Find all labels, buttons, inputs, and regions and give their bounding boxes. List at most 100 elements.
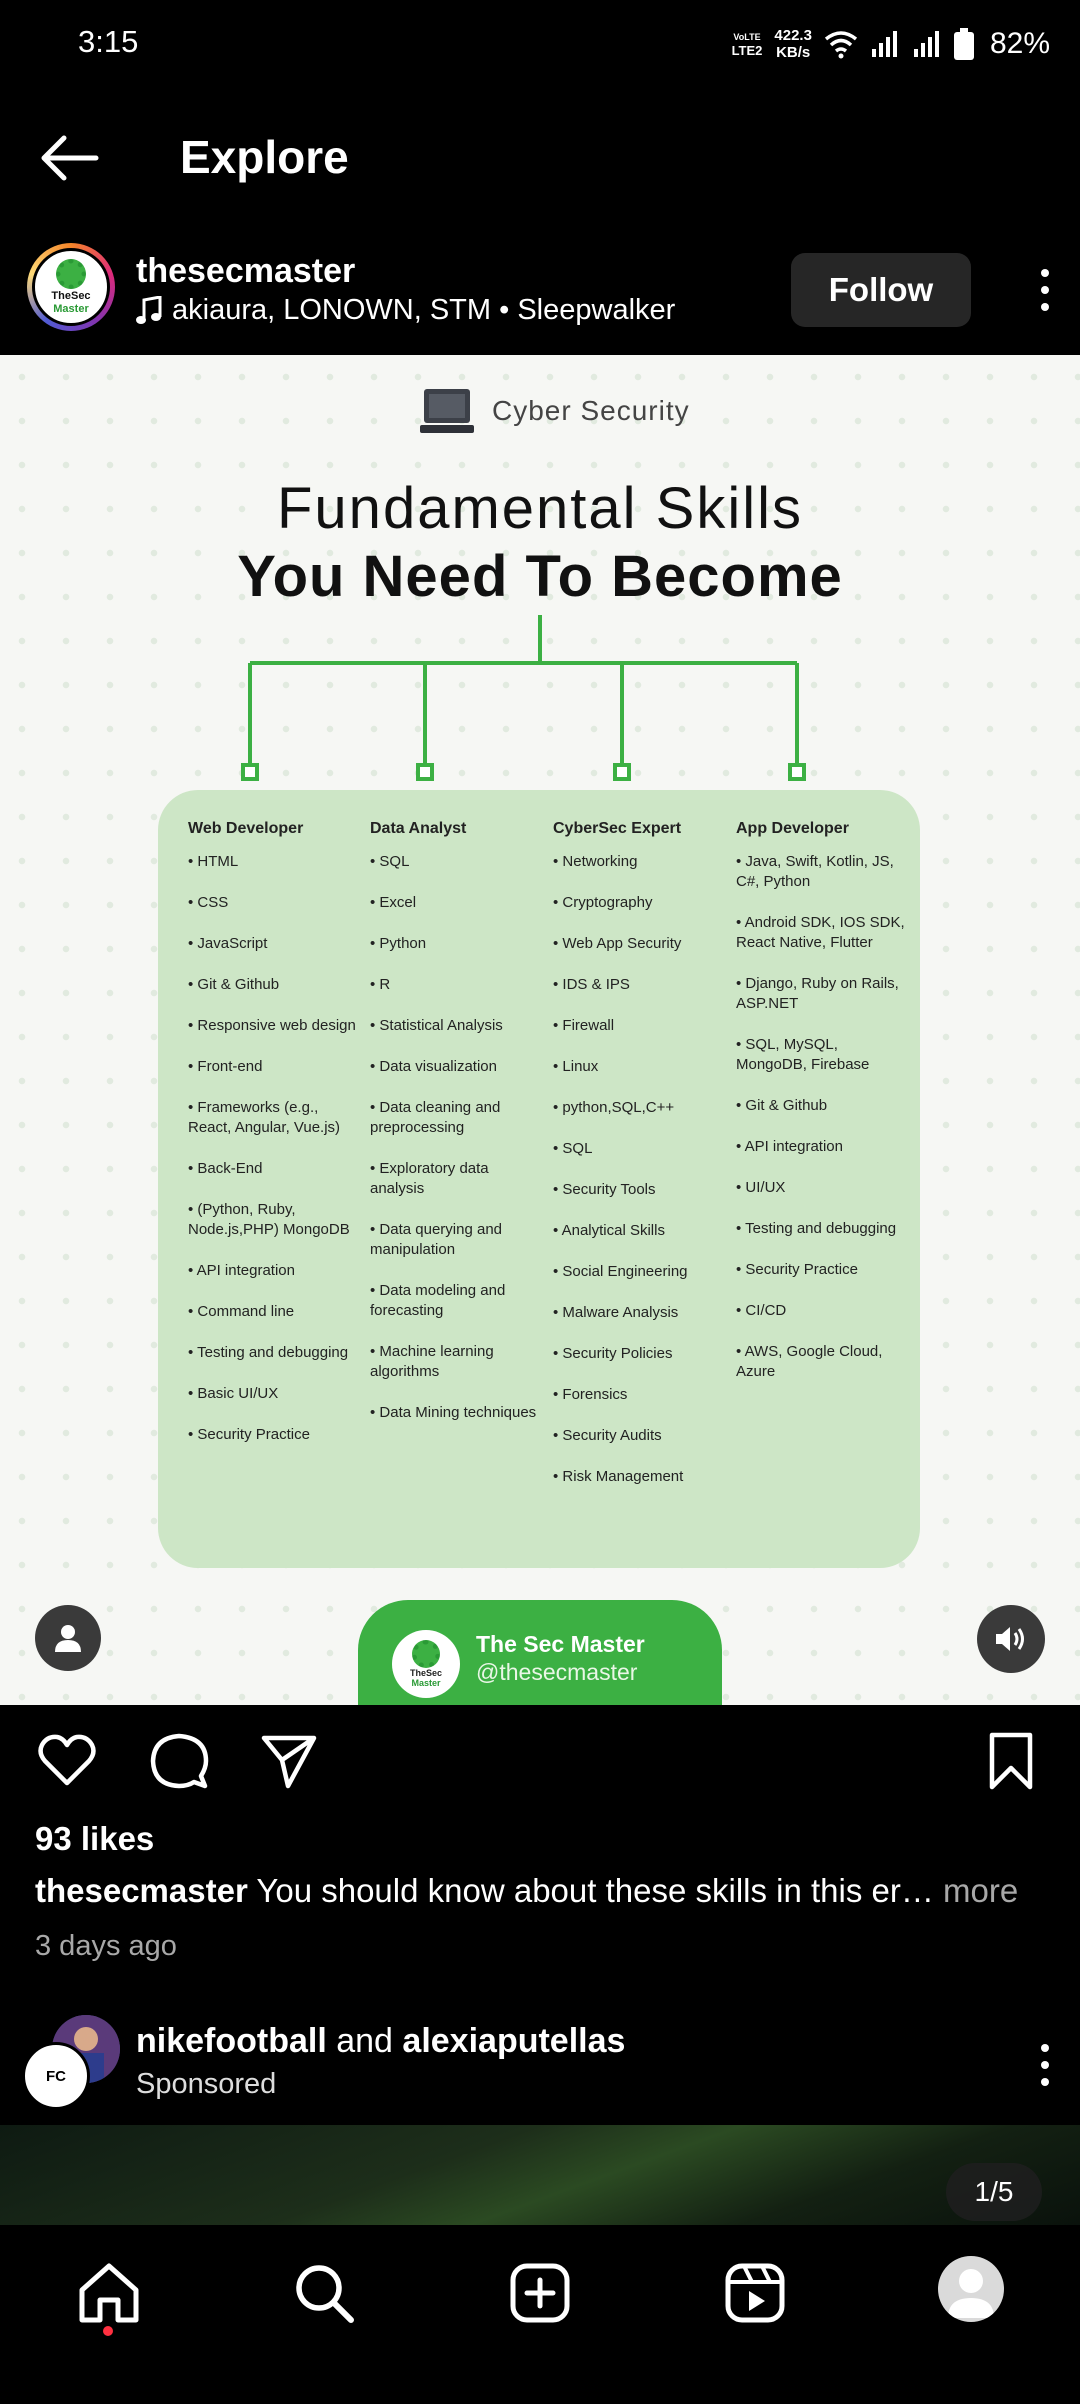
cyber-security-badge: Cyber Security <box>420 387 690 435</box>
post-caption[interactable]: thesecmaster You should know about these… <box>35 1872 1065 1910</box>
skill-item: • Data modeling and forecasting <box>370 1282 506 1319</box>
brand-logo-text-2: Master <box>411 1678 441 1688</box>
skill-item: • API integration <box>736 1138 843 1155</box>
post-header: TheSec Master thesecmaster akiaura, LONO… <box>0 240 1080 350</box>
caption-more-link[interactable]: more <box>934 1872 1018 1909</box>
skill-item: • Malware Analysis <box>553 1304 679 1321</box>
post-username[interactable]: thesecmaster <box>136 252 355 291</box>
back-arrow-icon[interactable] <box>36 132 102 184</box>
music-info[interactable]: akiaura, LONOWN, STM • Sleepwalker <box>136 294 675 327</box>
share-icon[interactable] <box>258 1730 320 1792</box>
skill-item: • Security Practice <box>736 1261 858 1278</box>
skill-item: • Responsive web design <box>188 1017 356 1034</box>
more-vertical-icon[interactable] <box>1030 2040 1060 2090</box>
home-notification-dot <box>103 2326 113 2336</box>
music-note-icon <box>136 295 162 324</box>
brand-banner: TheSec Master The Sec Master @thesecmast… <box>358 1600 722 1705</box>
explore-header: Explore <box>0 110 1080 206</box>
follow-button[interactable]: Follow <box>791 253 971 327</box>
caption-username[interactable]: thesecmaster <box>35 1872 248 1909</box>
signal-icon-1 <box>871 31 897 57</box>
skill-list: • Java, Swift, Kotlin, JS, C#, Python • A… <box>736 852 912 1382</box>
column-web-developer: Web Developer • HTML • CSS • JavaScript • G… <box>188 820 364 1466</box>
skill-item: • Exploratory data analysis <box>370 1160 489 1197</box>
gear-logo-icon <box>412 1640 440 1668</box>
brand-name: The Sec Master <box>476 1631 645 1657</box>
column-data-analyst: Data Analyst • SQL • Excel • Python • R • St… <box>370 820 546 1444</box>
likes-count[interactable]: 93 likes <box>35 1820 154 1858</box>
comment-icon[interactable] <box>148 1730 210 1792</box>
skill-item: • Django, Ruby on Rails, ASP.NET <box>736 975 899 1012</box>
column-heading: CyberSec Expert <box>553 820 682 837</box>
skill-item: • CI/CD <box>736 1302 787 1319</box>
battery-percentage: 82% <box>989 27 1050 60</box>
skill-item: • Frameworks (e.g., React, Angular, Vue.… <box>188 1099 341 1136</box>
skill-item: • SQL <box>370 853 410 870</box>
skill-item: • JavaScript <box>188 935 268 952</box>
skill-item: • Data querying and manipulation <box>370 1221 503 1258</box>
skill-item: • Data cleaning and preprocessing <box>370 1099 501 1136</box>
nike-fc-logo: FC <box>46 2067 66 2085</box>
user-tag-button[interactable] <box>35 1605 101 1671</box>
image-title-line2: You Need To Become <box>237 544 843 609</box>
skill-item: • Analytical Skills <box>553 1222 665 1239</box>
more-vertical-icon[interactable] <box>1030 265 1060 315</box>
carousel-page-indicator: 1/5 <box>946 2163 1042 2221</box>
search-icon[interactable] <box>287 2256 361 2330</box>
skill-item: • Python <box>370 935 427 952</box>
heart-icon[interactable] <box>36 1730 98 1792</box>
skill-item: • SQL, MySQL, MongoDB, Firebase <box>736 1036 870 1073</box>
skill-item: • Social Engineering <box>553 1263 688 1280</box>
skill-item: • R <box>370 976 391 993</box>
post-author-avatar[interactable]: TheSec Master <box>27 243 115 331</box>
skill-item: • Git & Github <box>736 1097 828 1114</box>
collab-avatar-front[interactable]: FC <box>22 2042 90 2110</box>
skill-item: • SQL <box>553 1140 593 1157</box>
wifi-icon <box>824 31 858 59</box>
sponsor-names[interactable]: nikefootball and alexiaputellas <box>136 2022 625 2061</box>
skill-item: • (Python, Ruby, Node.js,PHP) MongoDB <box>188 1201 350 1238</box>
column-cybersec-expert: CyberSec Expert • Networking • Cryptograp… <box>553 820 729 1508</box>
column-app-developer: App Developer • Java, Swift, Kotlin, JS,… <box>736 820 912 1403</box>
skill-item: • Security Practice <box>188 1426 310 1443</box>
skills-card: Web Developer • HTML • CSS • JavaScript • G… <box>158 790 920 1568</box>
sponsor-name-1[interactable]: nikefootball <box>136 2022 327 2060</box>
sponsor-joiner: and <box>326 2022 403 2060</box>
skill-item: • HTML <box>188 853 239 870</box>
gear-logo-icon <box>56 259 86 289</box>
bookmark-icon[interactable] <box>980 1730 1042 1792</box>
skill-item: • Git & Github <box>188 976 280 993</box>
avatar-text-2: Master <box>53 303 89 315</box>
skill-item: • Front-end <box>188 1058 263 1075</box>
sponsor-name-2[interactable]: alexiaputellas <box>402 2022 625 2060</box>
profile-icon[interactable] <box>938 2256 1004 2322</box>
signal-icon-2 <box>913 31 939 57</box>
post-actions <box>0 1730 1080 1800</box>
skill-item: • Security Policies <box>553 1345 673 1362</box>
reels-icon[interactable] <box>718 2256 792 2330</box>
sponsored-post-header: FC nikefootball and alexiaputellas Spons… <box>0 2010 1080 2120</box>
connector-tree <box>241 615 806 781</box>
sponsored-media-preview[interactable] <box>0 2125 1080 2225</box>
skill-item: • Testing and debugging <box>188 1344 349 1361</box>
column-heading: App Developer <box>736 820 849 837</box>
home-icon[interactable] <box>72 2256 146 2330</box>
music-label: akiaura, LONOWN, STM • Sleepwalker <box>172 294 676 326</box>
skill-item: • Basic UI/UX <box>188 1385 279 1402</box>
column-heading: Data Analyst <box>370 820 467 837</box>
skill-item: • Command line <box>188 1303 295 1320</box>
create-icon[interactable] <box>503 2256 577 2330</box>
user-tag-icon <box>55 1625 81 1652</box>
status-icons: VoLTE LTE2 422.3 KB/s 82% <box>732 22 1050 66</box>
skill-item: • API integration <box>188 1262 295 1279</box>
status-bar: 3:15 VoLTE LTE2 422.3 KB/s 82% <box>0 0 1080 90</box>
skill-item: • Linux <box>553 1058 599 1075</box>
battery-icon <box>953 28 974 60</box>
laptop-icon <box>420 389 474 433</box>
speaker-icon <box>996 1627 1024 1651</box>
skill-item: • Firewall <box>553 1017 615 1034</box>
skill-list: • HTML • CSS • JavaScript • Git & Github • R… <box>188 852 364 1445</box>
post-image[interactable]: Cyber Security Fundamental Skills You Ne… <box>0 355 1080 1705</box>
skill-item: • UI/UX <box>736 1179 786 1196</box>
audio-toggle-button[interactable] <box>977 1605 1045 1673</box>
